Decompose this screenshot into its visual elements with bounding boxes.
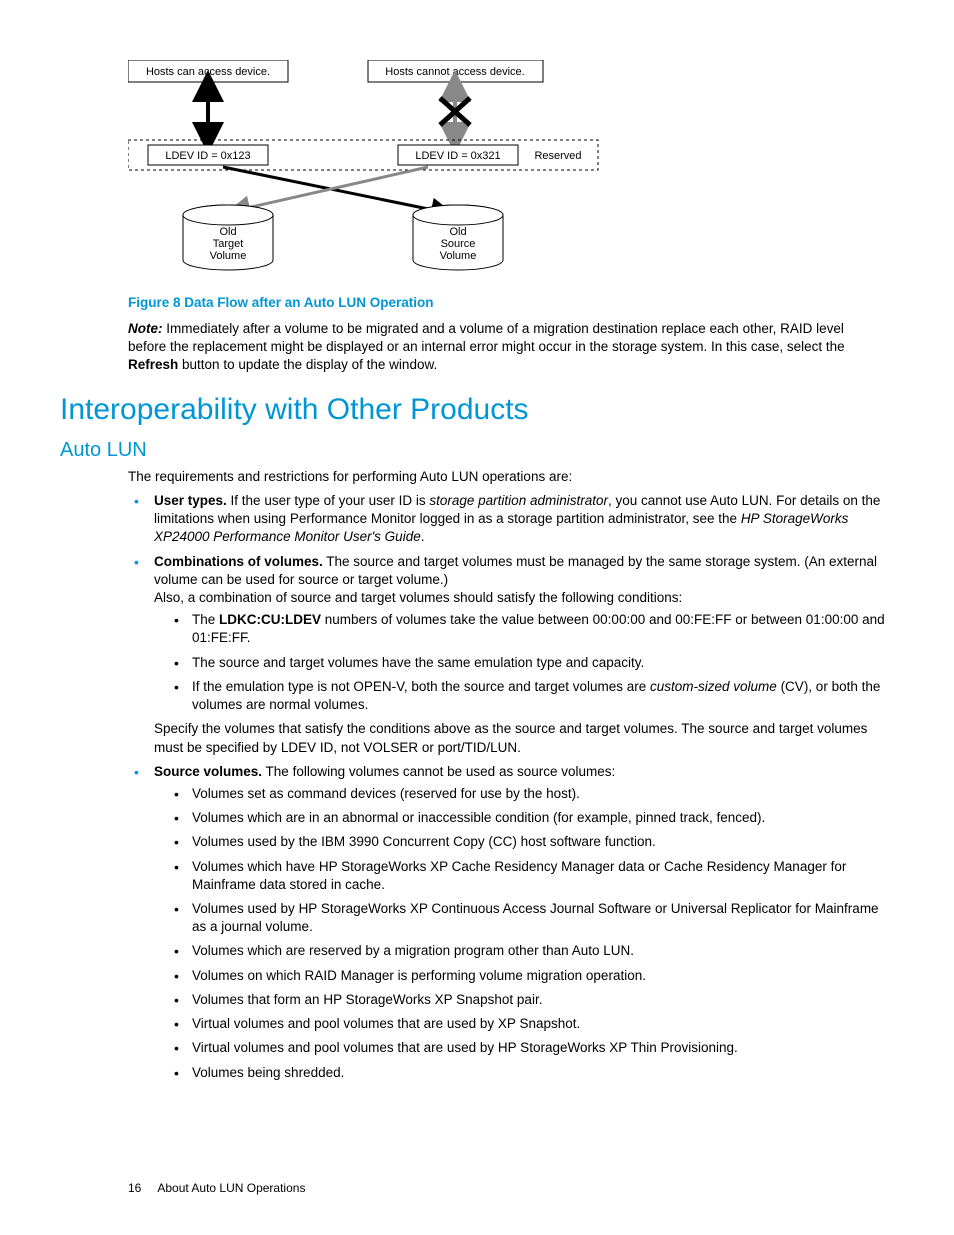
list-item: Virtual volumes and pool volumes that ar… xyxy=(188,1039,894,1057)
combinations-postscript: Specify the volumes that satisfy the con… xyxy=(154,720,894,756)
page-footer: 16 About Auto LUN Operations xyxy=(128,1181,305,1195)
diag-hosts-cannot: Hosts cannot access device. xyxy=(385,66,524,78)
list-item: The LDKC:CU:LDEV numbers of volumes take… xyxy=(188,611,894,647)
diag-ldev-right: LDEV ID = 0x321 xyxy=(415,150,500,162)
note-block: Note: Immediately after a volume to be m… xyxy=(128,320,884,375)
diag-reserved: Reserved xyxy=(534,150,581,162)
heading-interoperability: Interoperability with Other Products xyxy=(60,393,894,427)
list-item: Volumes on which RAID Manager is perform… xyxy=(188,967,894,985)
list-item: Volumes that form an HP StorageWorks XP … xyxy=(188,991,894,1009)
list-item: Volumes used by the IBM 3990 Concurrent … xyxy=(188,833,894,851)
note-text-b: button to update the display of the wind… xyxy=(178,357,437,372)
page-number: 16 xyxy=(128,1181,141,1195)
list-item: Volumes set as command devices (reserved… xyxy=(188,785,894,803)
svg-text:Volume: Volume xyxy=(210,250,247,262)
list-item: Volumes being shredded. xyxy=(188,1064,894,1082)
note-refresh: Refresh xyxy=(128,357,178,372)
svg-text:Source: Source xyxy=(441,238,476,250)
list-item: The source and target volumes have the s… xyxy=(188,654,894,672)
svg-text:Old: Old xyxy=(449,226,466,238)
list-item-combinations: Combinations of volumes. The source and … xyxy=(150,553,894,757)
svg-text:Old: Old xyxy=(219,226,236,238)
diag-hosts-can: Hosts can access device. xyxy=(146,66,270,78)
footer-section: About Auto LUN Operations xyxy=(157,1181,305,1195)
diag-cylinder-left: Old Target Volume xyxy=(183,205,273,270)
list-item: Virtual volumes and pool volumes that ar… xyxy=(188,1015,894,1033)
requirements-list: User types. If the user type of your use… xyxy=(128,492,894,1082)
list-item: If the emulation type is not OPEN-V, bot… xyxy=(188,678,894,714)
list-item: Volumes which are in an abnormal or inac… xyxy=(188,809,894,827)
list-item: Volumes which are reserved by a migratio… xyxy=(188,942,894,960)
svg-text:Volume: Volume xyxy=(440,250,477,262)
intro-text: The requirements and restrictions for pe… xyxy=(128,468,884,486)
figure-diagram: Hosts can access device. Hosts cannot ac… xyxy=(128,60,894,283)
diag-ldev-left: LDEV ID = 0x123 xyxy=(165,150,250,162)
list-item-source-volumes: Source volumes. The following volumes ca… xyxy=(150,763,894,1082)
list-item: Volumes used by HP StorageWorks XP Conti… xyxy=(188,900,894,936)
diag-cylinder-right: Old Source Volume xyxy=(413,205,503,270)
note-label: Note: xyxy=(128,321,163,336)
figure-caption: Figure 8 Data Flow after an Auto LUN Ope… xyxy=(128,295,894,310)
note-text-a: Immediately after a volume to be migrate… xyxy=(128,321,845,354)
list-item: Volumes which have HP StorageWorks XP Ca… xyxy=(188,858,894,894)
svg-text:Target: Target xyxy=(213,238,244,250)
list-item-user-types: User types. If the user type of your use… xyxy=(150,492,894,547)
heading-auto-lun: Auto LUN xyxy=(60,439,894,462)
